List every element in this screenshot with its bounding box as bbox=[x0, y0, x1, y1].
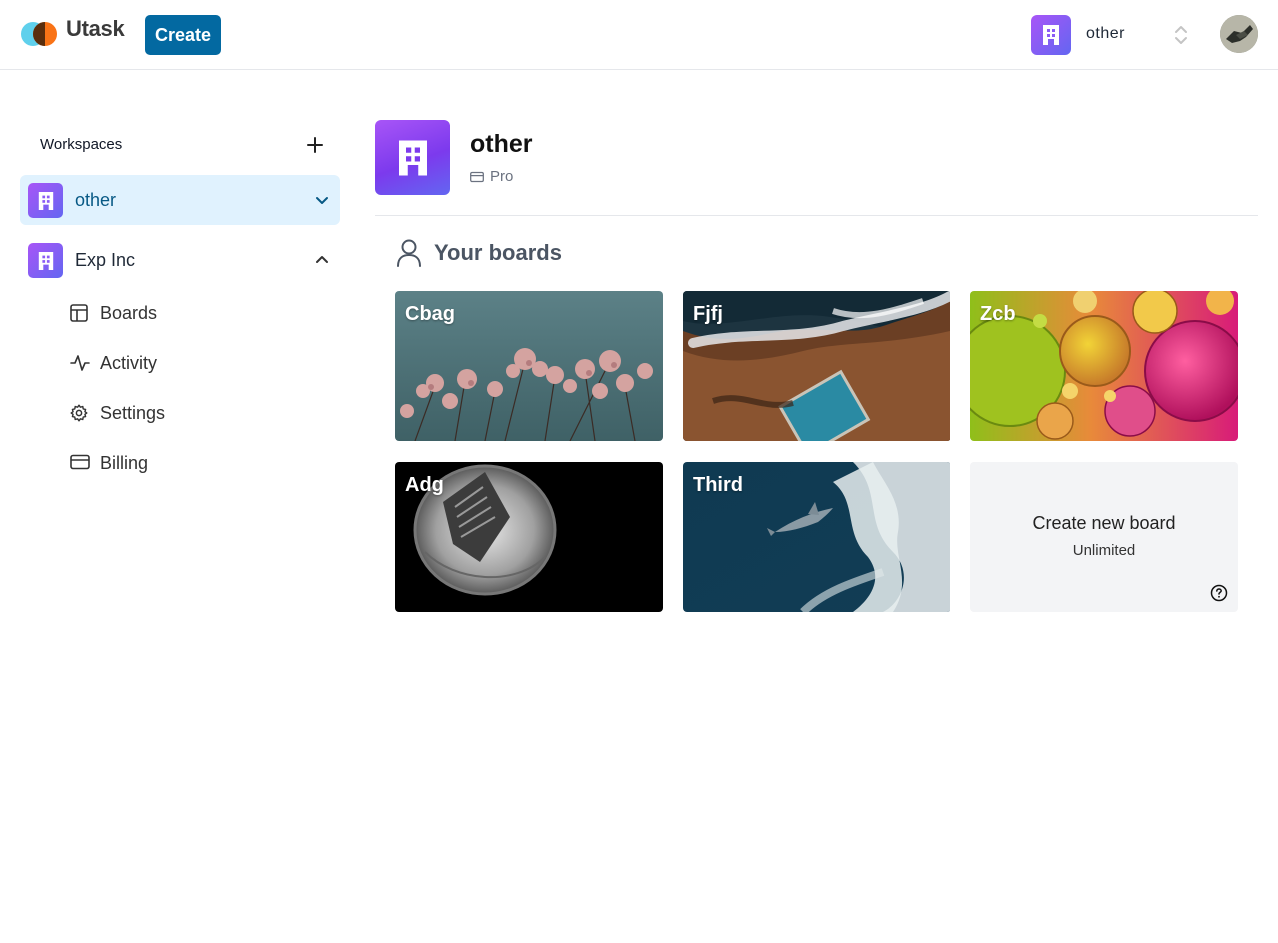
gear-icon bbox=[70, 404, 88, 422]
workspace-label: other bbox=[75, 190, 117, 210]
logo[interactable]: Utask bbox=[20, 16, 125, 48]
sidebar-item-label: Billing bbox=[100, 453, 149, 473]
app-name: Utask bbox=[66, 16, 125, 41]
workspace-label: Exp Inc bbox=[75, 250, 136, 270]
add-workspace-button[interactable] bbox=[304, 134, 326, 156]
logo-icon bbox=[20, 20, 58, 48]
building-icon bbox=[28, 243, 63, 278]
divider bbox=[375, 215, 1258, 216]
user-icon bbox=[397, 239, 421, 267]
building-icon bbox=[28, 183, 63, 218]
plan-badge: Pro bbox=[470, 168, 513, 185]
page-title: other bbox=[470, 130, 533, 158]
create-new-board-label: Create new board bbox=[1032, 513, 1176, 533]
top-header: Utask Create other bbox=[0, 0, 1278, 70]
chevron-up-icon bbox=[314, 252, 330, 273]
create-button[interactable]: Create bbox=[145, 15, 221, 55]
boards-heading-label: Your boards bbox=[434, 240, 562, 265]
sidebar-item-label: Activity bbox=[100, 353, 158, 373]
board-card[interactable]: Adg bbox=[395, 462, 663, 612]
avatar[interactable] bbox=[1220, 15, 1258, 53]
sidebar-item-label: Boards bbox=[100, 303, 158, 323]
building-icon bbox=[1031, 15, 1071, 55]
activity-icon bbox=[70, 355, 90, 371]
chevron-down-icon bbox=[314, 192, 330, 213]
board-card[interactable]: Zcb bbox=[970, 291, 1238, 441]
sidebar-item-billing[interactable]: Billing bbox=[68, 443, 308, 483]
chevron-up-down-icon bbox=[1173, 23, 1189, 52]
board-card[interactable]: Cbag bbox=[395, 291, 663, 441]
sidebar-item-settings[interactable]: Settings bbox=[68, 393, 308, 433]
sidebar-item-boards[interactable]: Boards bbox=[68, 293, 308, 333]
layout-icon bbox=[70, 304, 88, 322]
workspaces-heading: Workspaces bbox=[40, 136, 123, 153]
workspace-switcher[interactable]: other bbox=[1031, 15, 1201, 55]
board-title: Zcb bbox=[980, 303, 1016, 325]
workspace-item-exp-inc[interactable]: Exp Inc bbox=[20, 235, 340, 285]
board-card[interactable]: Third bbox=[683, 462, 951, 612]
workspace-item-other[interactable]: other bbox=[20, 175, 340, 225]
board-title: Fjfj bbox=[693, 303, 723, 325]
boards-heading: Your boards bbox=[396, 238, 562, 268]
board-background-image bbox=[683, 291, 950, 441]
create-new-board-sublabel: Unlimited bbox=[1072, 542, 1136, 559]
sidebar-item-activity[interactable]: Activity bbox=[68, 343, 308, 383]
board-title: Third bbox=[693, 474, 743, 496]
workspace-avatar-icon bbox=[375, 120, 450, 195]
board-title: Adg bbox=[405, 474, 444, 496]
credit-card-icon bbox=[70, 454, 90, 470]
credit-card-icon bbox=[470, 171, 484, 182]
board-title: Cbag bbox=[405, 303, 455, 325]
create-new-board-card[interactable]: Create new board Unlimited bbox=[970, 462, 1238, 612]
board-card[interactable]: Fjfj bbox=[683, 291, 951, 441]
help-icon[interactable] bbox=[1210, 584, 1228, 607]
workspace-switcher-label: other bbox=[1086, 25, 1125, 42]
sidebar-item-label: Settings bbox=[100, 403, 166, 423]
plan-label: Pro bbox=[490, 168, 514, 185]
